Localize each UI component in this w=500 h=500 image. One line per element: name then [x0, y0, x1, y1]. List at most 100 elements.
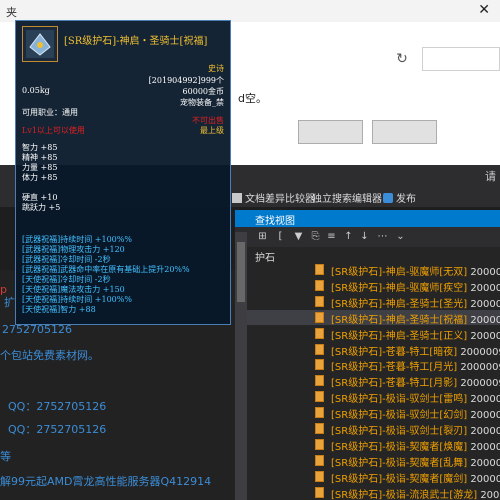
tree-row-name: [SR级护石]-极诣-流浪武士[游龙]	[331, 489, 478, 500]
tree-row-label: [SR级护石]-极诣-流浪武士[游龙] 2000010	[331, 486, 500, 500]
close-icon[interactable]: ✕	[478, 2, 490, 18]
tree-row[interactable]: [SR级护石]-苍暮-特工[月光] 20000097.ex	[235, 357, 500, 373]
toolbar-publish[interactable]: 发布	[383, 190, 416, 205]
left-line[interactable]: QQ：2752705126	[8, 421, 106, 437]
tree-row[interactable]: [SR级护石]-极诣-契魔者[乱舞] 20000103.	[235, 453, 500, 469]
item-level-req: Lv1以上可以使用	[22, 126, 85, 135]
item-trade: 宠物装备_禁	[180, 98, 224, 107]
tree-row-label: [SR级护石]-极诣-契魔者[乱舞] 20000103.	[331, 454, 500, 469]
scrollbar[interactable]	[235, 232, 247, 500]
tree-row-id: 20000102.	[470, 441, 500, 453]
collapse-icon[interactable]: ⊞	[257, 231, 268, 242]
toolbar-standalone-search-label: 独立搜索编辑器	[312, 194, 382, 205]
tree-row[interactable]: [SR级护石]-极诣-驭剑士[雷鸣] 20000099.	[235, 389, 500, 406]
toolbar-doc-diff[interactable]: 文档差异比较器	[232, 190, 315, 205]
left-line[interactable]: 等	[0, 448, 11, 464]
file-icon	[315, 438, 324, 450]
tree-row[interactable]: [SR级护石]-极诣-驭剑士[裂刃] 20000101.	[235, 421, 500, 437]
talisman-icon	[26, 30, 54, 58]
tree-row-id: 20000092.	[470, 282, 500, 294]
list-icon[interactable]: ≡	[326, 231, 337, 242]
tree-row-id: 20000103.	[470, 457, 500, 469]
item-grade: 最上级	[200, 126, 224, 135]
tree-row-label: [SR级护石]-神启-圣骑士[圣光] 20000093.	[331, 295, 500, 310]
tree-row-name: [SR级护石]-苍暮-特工[暗夜]	[331, 346, 458, 358]
tree-row-label: [SR级护石]-极诣-驭剑士[幻剑] 20000100.	[331, 406, 500, 421]
left-line[interactable]: 解99元起AMD霄龙高性能服务器Q412914	[0, 473, 211, 489]
arrow-up-icon[interactable]: ↑	[343, 231, 354, 242]
explorer-titlebar: 夹 ✕	[0, 0, 500, 22]
file-icon	[315, 470, 324, 482]
tree-row-id: 20000099.	[470, 394, 500, 406]
item-title: [SR级护石]-神启・圣骑士[祝福]	[64, 36, 208, 47]
dialog-button-cancel[interactable]	[372, 120, 437, 144]
dialog-button-ok[interactable]	[298, 120, 363, 144]
file-icon	[315, 279, 324, 291]
tree-row-id: 20000100.	[470, 410, 500, 422]
filter-icon[interactable]: ▼	[293, 231, 304, 242]
document-icon	[232, 193, 242, 203]
tree-row-name: [SR级护石]-极诣-驭剑士[幻剑]	[331, 410, 468, 422]
panel-header: 查找视图	[235, 210, 500, 227]
chevron-down-icon[interactable]: ⌄	[395, 231, 406, 242]
tree-row-label: [SR级护石]-苍暮-特工[月影] 20000098.ex	[331, 374, 500, 389]
item-extra: 跳跃力 +5	[22, 203, 61, 212]
tree-row-name: [SR级护石]-神启-圣骑士[正义]	[331, 330, 468, 342]
bracket-icon[interactable]: [	[275, 231, 286, 242]
options-icon[interactable]: ⋯	[377, 231, 388, 242]
tree-row-label: [SR级护石]-神启-圣骑士[祝福] 20000094.	[331, 311, 500, 326]
search-input[interactable]	[422, 47, 500, 71]
item-job: 可用职业：通用	[22, 108, 78, 117]
tree-row-label: [SR级护石]-神启-驱魔师[无双] 20000091.	[331, 263, 500, 278]
file-icon	[315, 311, 324, 323]
scrollbar-thumb[interactable]	[237, 242, 245, 302]
tree-row-label: [SR级护石]-神启-圣骑士[正义] 20000095.	[331, 327, 500, 342]
tree-row-name: [SR级护石]-极诣-契魔者[乱舞]	[331, 457, 468, 469]
item-date: [201904992]999个	[148, 76, 224, 85]
toolbar-doc-diff-label: 文档差异比较器	[245, 194, 315, 205]
refresh-icon[interactable]: ↻	[392, 49, 412, 69]
left-line[interactable]: QQ：2752705126	[8, 398, 106, 414]
tree-row-name: [SR级护石]-神启-圣骑士[圣光]	[331, 298, 468, 310]
file-icon	[315, 407, 324, 419]
tree-row[interactable]: [SR级护石]-神启-圣骑士[祝福] 20000094.	[235, 309, 500, 326]
tree-row[interactable]: [SR级护石]-极诣-驭剑士[幻剑] 20000100.	[235, 405, 500, 421]
ide-right-label: 请	[485, 170, 496, 183]
file-icon	[315, 454, 324, 466]
file-icon	[315, 375, 324, 387]
screen: 夹 ✕ ↻ d空。 请 文档差异比较器 独立搜索编辑器 发布 p 扩 27527…	[0, 0, 500, 500]
tree-row[interactable]: [SR级护石]-极诣-契魔者[魔剑] 20000104.	[235, 469, 500, 485]
tree-row[interactable]: [SR级护石]-神启-圣骑士[圣光] 20000093.	[235, 294, 500, 310]
tree-row-id: 20000098.ex	[460, 378, 500, 390]
item-price: 60000金币	[182, 87, 224, 96]
item-tooltip: [SR级护石]-神启・圣骑士[祝福] 史诗 0.05kg [201904992]…	[15, 20, 231, 325]
left-line[interactable]: 扩	[4, 294, 15, 310]
tree-row[interactable]: [SR级护石]-苍暮-特工[暗夜] 20000096.ex	[235, 342, 500, 358]
file-icon	[315, 486, 324, 498]
tree-row-label: [SR级护石]-苍暮-特工[暗夜] 20000096.ex	[331, 343, 500, 358]
panel-toolbar: ⊞ [ ▼ ⎘ ≡ ↑ ↓ ⋯ ⌄	[235, 227, 500, 247]
tree-row[interactable]: [SR级护石]-神启-驱魔师[疾空] 20000092.	[235, 278, 500, 294]
file-icon	[315, 359, 324, 371]
tree-row-label: [SR级护石]-神启-驱魔师[疾空] 20000092.	[331, 279, 500, 294]
item-icon	[22, 26, 58, 62]
tree-row-name: [SR级护石]-苍暮-特工[月影]	[331, 378, 458, 390]
left-line[interactable]: 个包站免费素材网。	[0, 347, 99, 363]
tree-row-id: 20000091.	[470, 267, 500, 278]
tree-row-id: 20000094.	[470, 314, 500, 326]
tree-row[interactable]: [SR级护石]-极诣-契魔者[焕魔] 20000102.	[235, 437, 500, 453]
tree-row-id: 20000095.	[470, 330, 500, 342]
tree-row[interactable]: [SR级护石]-极诣-流浪武士[游龙] 2000010	[235, 485, 500, 500]
tree-row[interactable]: [SR级护石]-神启-驱魔师[无双] 20000091.	[235, 262, 500, 278]
tree-row-label: [SR级护石]-苍暮-特工[月光] 20000097.ex	[331, 358, 500, 373]
item-quality: 史诗	[208, 64, 224, 73]
tree-row[interactable]: [SR级护石]-苍暮-特工[月影] 20000098.ex	[235, 373, 500, 389]
explorer-title: 夹	[6, 6, 17, 19]
tree-row-id: 20000104.	[470, 473, 500, 485]
tree-row-name: [SR级护石]-极诣-驭剑士[雷鸣]	[331, 394, 468, 406]
file-icon	[315, 391, 324, 403]
tree-row[interactable]: [SR级护石]-神启-圣骑士[正义] 20000095.	[235, 326, 500, 342]
toolbar-standalone-search[interactable]: 独立搜索编辑器	[312, 190, 382, 205]
arrow-down-icon[interactable]: ↓	[359, 231, 370, 242]
copy-icon[interactable]: ⎘	[310, 231, 321, 242]
